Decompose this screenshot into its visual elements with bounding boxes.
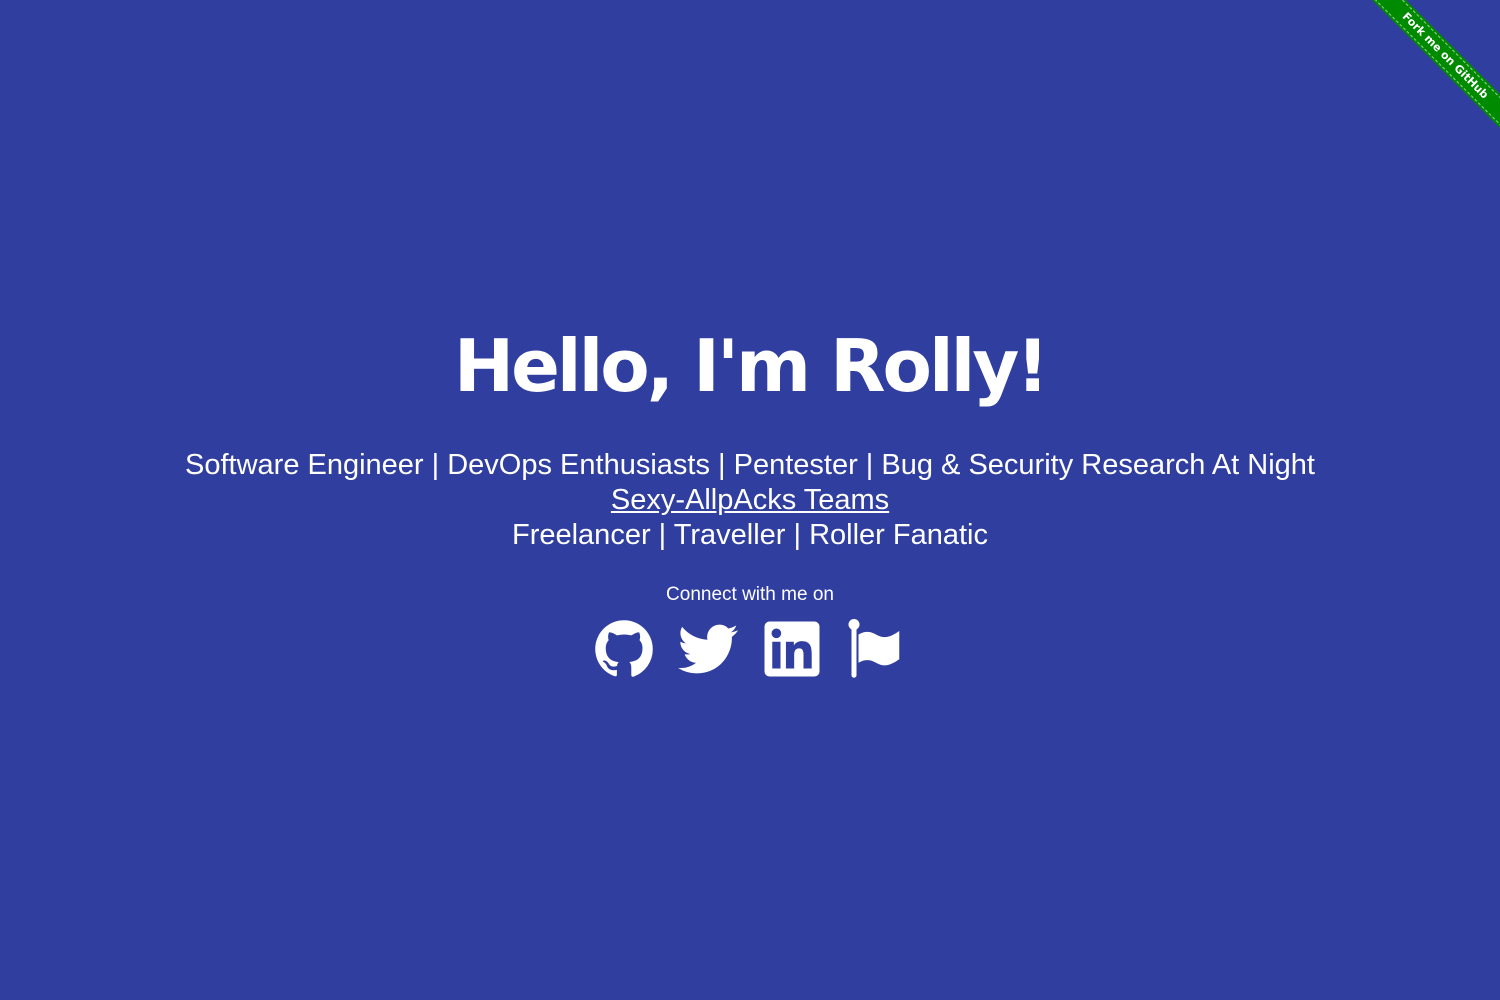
hero-section: Hello, I'm Rolly! Software Engineer | De…: [0, 316, 1500, 679]
linkedin-link[interactable]: [762, 619, 822, 679]
twitter-link[interactable]: [678, 619, 738, 679]
connect-label: Connect with me on: [666, 584, 834, 605]
twitter-icon: [678, 624, 738, 674]
linkedin-icon: [764, 621, 820, 677]
flag-link[interactable]: [846, 619, 906, 679]
hobbies-line: Freelancer | Traveller | Roller Fanatic: [511, 519, 988, 551]
tagline: Software Engineer | DevOps Enthusiasts |…: [0, 448, 1500, 553]
github-icon: [595, 620, 653, 677]
flag-icon: [848, 619, 900, 678]
social-links: [0, 619, 1500, 679]
fork-ribbon-container: Fork me on GitHub: [1350, 0, 1500, 150]
fork-me-ribbon[interactable]: Fork me on GitHub: [1363, 0, 1500, 138]
github-link[interactable]: [594, 619, 654, 679]
roles-line: Software Engineer | DevOps Enthusiasts |…: [185, 449, 1315, 481]
team-link[interactable]: Sexy-AllpAcks Teams: [611, 484, 889, 516]
page-title: Hello, I'm Rolly!: [453, 324, 1049, 408]
